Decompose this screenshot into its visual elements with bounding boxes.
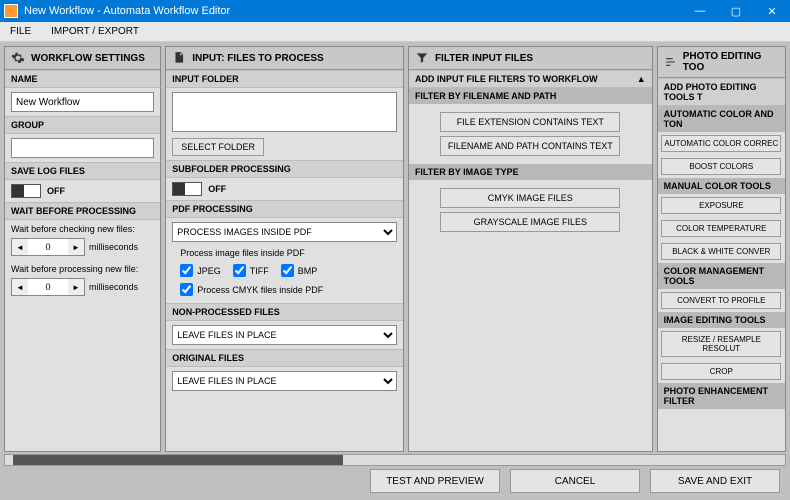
- gear-icon: [11, 51, 25, 65]
- convert-button[interactable]: CONVERT TO PROFILE: [661, 292, 781, 309]
- bmp-checkbox[interactable]: [281, 264, 294, 277]
- cancel-button[interactable]: CANCEL: [510, 469, 640, 493]
- spinner-up[interactable]: ►: [68, 239, 84, 255]
- resize-button[interactable]: RESIZE / RESAMPLE RESOLUT: [661, 331, 781, 357]
- save-exit-button[interactable]: SAVE AND EXIT: [650, 469, 780, 493]
- subfolder-label: SUBFOLDER PROCESSING: [166, 160, 403, 178]
- colortemp-button[interactable]: COLOR TEMPERATURE: [661, 220, 781, 237]
- tiff-checkbox[interactable]: [233, 264, 246, 277]
- menu-file[interactable]: FILE: [0, 26, 41, 37]
- footer: TEST AND PREVIEW CANCEL SAVE AND EXIT: [0, 462, 790, 500]
- pdf-select[interactable]: PROCESS IMAGES INSIDE PDF: [172, 222, 397, 242]
- nonproc-select[interactable]: LEAVE FILES IN PLACE: [172, 325, 397, 345]
- filename-path-button[interactable]: FILENAME AND PATH CONTAINS TEXT: [440, 136, 620, 156]
- enhance-label: PHOTO ENHANCEMENT FILTER: [658, 383, 785, 409]
- menu-import-export[interactable]: IMPORT / EXPORT: [41, 26, 149, 37]
- name-field[interactable]: [11, 92, 154, 112]
- input-files-panel: INPUT: FILES TO PROCESS INPUT FOLDER SEL…: [165, 46, 404, 452]
- group-label: GROUP: [5, 116, 160, 134]
- window-title: New Workflow - Automata Workflow Editor: [24, 5, 230, 17]
- titlebar: New Workflow - Automata Workflow Editor …: [0, 0, 790, 22]
- auto-correct-button[interactable]: AUTOMATIC COLOR CORREC: [661, 135, 781, 152]
- minimize-button[interactable]: —: [682, 0, 718, 22]
- grayscale-files-button[interactable]: GRAYSCALE IMAGE FILES: [440, 212, 620, 232]
- save-log-toggle[interactable]: OFF: [5, 180, 160, 202]
- bw-button[interactable]: BLACK & WHITE CONVER: [661, 243, 781, 260]
- save-log-label: SAVE LOG FILES: [5, 162, 160, 180]
- add-filters-label: ADD INPUT FILE FILTERS TO WORKFLOW▲: [409, 70, 652, 88]
- photo-tools-header: PHOTO EDITING TOO: [658, 47, 785, 78]
- orig-label: ORIGINAL FILES: [166, 349, 403, 367]
- app-icon: [4, 4, 18, 18]
- test-preview-button[interactable]: TEST AND PREVIEW: [370, 469, 500, 493]
- spinner-down[interactable]: ◄: [12, 279, 28, 295]
- cm-label: COLOR MANAGEMENT TOOLS: [658, 263, 785, 289]
- auto-tone-label: AUTOMATIC COLOR AND TON: [658, 106, 785, 132]
- name-label: NAME: [5, 70, 160, 88]
- input-files-header: INPUT: FILES TO PROCESS: [166, 47, 403, 70]
- wait-check-spinner[interactable]: ◄ ►: [11, 238, 85, 256]
- add-tools-label: ADD PHOTO EDITING TOOLS T: [658, 78, 785, 106]
- pdf-label: PDF PROCESSING: [166, 200, 403, 218]
- manual-label: MANUAL COLOR TOOLS: [658, 178, 785, 194]
- horizontal-scrollbar[interactable]: [4, 454, 786, 466]
- group-field[interactable]: [11, 138, 154, 158]
- filter-panel: FILTER INPUT FILES ADD INPUT FILE FILTER…: [408, 46, 653, 452]
- collapse-icon[interactable]: ▲: [637, 74, 646, 84]
- spinner-down[interactable]: ◄: [12, 239, 28, 255]
- select-folder-button[interactable]: SELECT FOLDER: [172, 138, 264, 156]
- filter-by-name-label: FILTER BY FILENAME AND PATH: [409, 88, 652, 104]
- workflow-settings-panel: WORKFLOW SETTINGS NAME GROUP SAVE LOG FI…: [4, 46, 161, 452]
- boost-button[interactable]: BOOST COLORS: [661, 158, 781, 175]
- filter-header: FILTER INPUT FILES: [409, 47, 652, 70]
- editing-label: IMAGE EDITING TOOLS: [658, 312, 785, 328]
- close-button[interactable]: ✕: [754, 0, 790, 22]
- orig-select[interactable]: LEAVE FILES IN PLACE: [172, 371, 397, 391]
- files-icon: [172, 51, 186, 65]
- wait-before-label: WAIT BEFORE PROCESSING: [5, 202, 160, 220]
- subfolder-toggle[interactable]: OFF: [166, 178, 403, 200]
- spinner-up[interactable]: ►: [68, 279, 84, 295]
- photo-tools-panel: PHOTO EDITING TOO ADD PHOTO EDITING TOOL…: [657, 46, 786, 452]
- wait-check-label: Wait before checking new files:: [11, 224, 154, 234]
- sliders-icon: [664, 55, 677, 69]
- exposure-button[interactable]: EXPOSURE: [661, 197, 781, 214]
- filter-by-type-label: FILTER BY IMAGE TYPE: [409, 164, 652, 180]
- jpeg-checkbox[interactable]: [180, 264, 193, 277]
- workspace: WORKFLOW SETTINGS NAME GROUP SAVE LOG FI…: [0, 42, 790, 462]
- wait-proc-spinner[interactable]: ◄ ►: [11, 278, 85, 296]
- crop-button[interactable]: CROP: [661, 363, 781, 380]
- wait-proc-label: Wait before processing new file:: [11, 264, 154, 274]
- workflow-settings-header: WORKFLOW SETTINGS: [5, 47, 160, 70]
- input-folder-label: INPUT FOLDER: [166, 70, 403, 88]
- nonproc-label: NON-PROCESSED FILES: [166, 303, 403, 321]
- input-folder-field[interactable]: [172, 92, 397, 132]
- cmyk-pdf-checkbox[interactable]: [180, 283, 193, 296]
- menubar: FILE IMPORT / EXPORT: [0, 22, 790, 42]
- pdf-filetypes-label: Process image files inside PDF: [180, 248, 397, 258]
- filter-icon: [415, 51, 429, 65]
- cmyk-files-button[interactable]: CMYK IMAGE FILES: [440, 188, 620, 208]
- maximize-button[interactable]: ▢: [718, 0, 754, 22]
- file-extension-button[interactable]: FILE EXTENSION CONTAINS TEXT: [440, 112, 620, 132]
